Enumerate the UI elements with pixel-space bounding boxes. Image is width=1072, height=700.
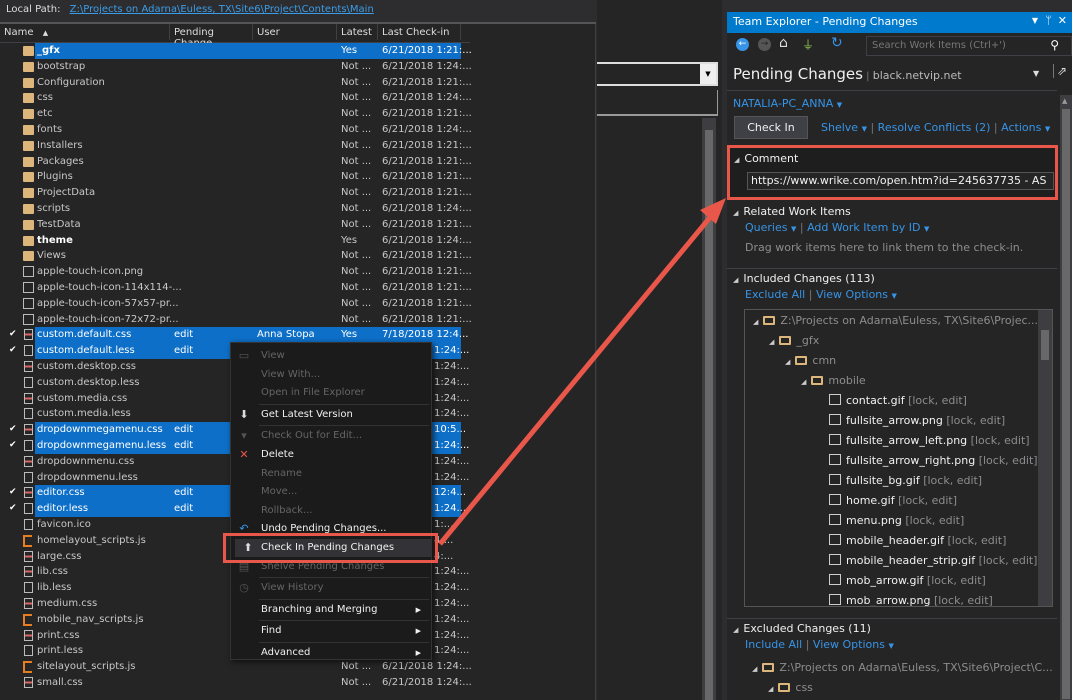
arrow-head xyxy=(700,198,726,224)
arrow-line xyxy=(438,213,714,546)
callout-arrow xyxy=(438,198,726,546)
